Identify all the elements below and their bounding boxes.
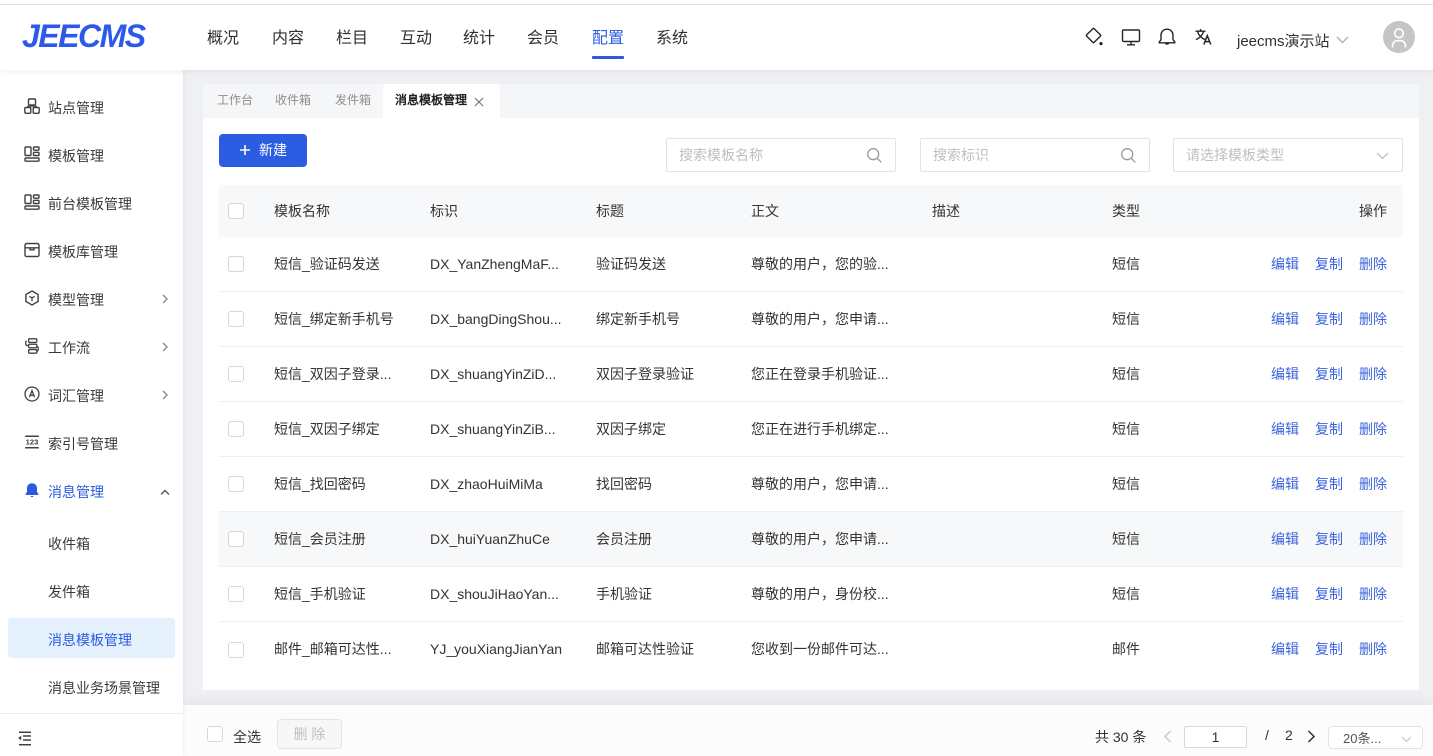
svg-text:123: 123 [26,438,39,447]
